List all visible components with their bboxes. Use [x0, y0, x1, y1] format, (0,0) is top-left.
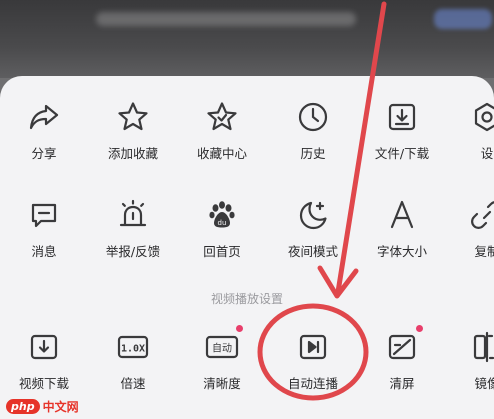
menu-item-label: 复制 [474, 244, 494, 259]
menu-item-label: 收藏中心 [196, 146, 247, 161]
menu-item-video-download[interactable]: 视频下载 [3, 330, 85, 392]
video-settings-title: 视频播放设置 [210, 292, 283, 306]
menu-item-share[interactable]: 分享 [3, 100, 85, 162]
site-watermark: php 中文网 [6, 396, 79, 416]
clarity-icon-text: 自动 [212, 342, 232, 355]
share-icon [27, 100, 61, 134]
menu-item-label: 回首页 [203, 244, 241, 259]
moon-icon [296, 198, 330, 232]
new-badge-dot [236, 325, 243, 332]
video-download-icon [27, 330, 61, 364]
menu-item-files-downloads[interactable]: 文件/下载 [361, 100, 443, 162]
menu-item-label: 清屏 [389, 376, 415, 391]
mirror-icon [470, 330, 494, 364]
blurred-top-bar [0, 0, 494, 78]
menu-item-label: 镜像 [474, 376, 494, 391]
menu-item-label: 消息 [31, 244, 57, 259]
menu-item-label: 添加收藏 [107, 146, 158, 161]
link-icon [470, 198, 494, 232]
menu-item-label: 夜间模式 [287, 244, 338, 259]
baidu-paw-icon: du [205, 198, 239, 232]
clock-icon [296, 100, 330, 134]
menu-item-label: 举报/反馈 [105, 244, 161, 259]
menu-item-label: 自动连播 [287, 376, 338, 391]
menu-item-font-size[interactable]: 字体大小 [361, 198, 443, 260]
watermark-logo: php [6, 398, 40, 414]
star-icon [116, 100, 150, 134]
star-badge-icon [205, 100, 239, 134]
menu-item-clear-screen[interactable]: 清屏 [361, 325, 443, 392]
svg-text:du: du [218, 219, 227, 227]
menu-item-label: 倍速 [120, 376, 146, 391]
clear-screen-icon [385, 325, 423, 364]
message-icon [27, 198, 61, 232]
menu-item-autoplay[interactable]: 自动连播 [272, 330, 354, 392]
menu-item-label: 清晰度 [203, 376, 241, 391]
settings-icon [470, 100, 494, 134]
autoplay-icon [296, 330, 330, 364]
menu-item-history[interactable]: 历史 [272, 100, 354, 162]
clarity-icon: 自动 [205, 325, 243, 364]
blurred-button[interactable] [434, 9, 492, 29]
menu-item-label: 设 [480, 146, 494, 161]
menu-item-mirror[interactable]: 镜像 [446, 330, 494, 392]
menu-item-label: 视频下载 [18, 376, 69, 391]
menu-item-favorites-center[interactable]: 收藏中心 [181, 100, 263, 162]
font-a-icon [385, 198, 419, 232]
menu-item-add-favorite[interactable]: 添加收藏 [92, 100, 174, 162]
menu-item-label: 字体大小 [376, 244, 427, 259]
blurred-title [96, 12, 356, 26]
speed-icon-text: 1.0X [121, 344, 145, 355]
menu-item-messages[interactable]: 消息 [3, 198, 85, 260]
watermark-text: 中文网 [42, 399, 79, 414]
menu-item-home[interactable]: du 回首页 [181, 198, 263, 260]
menu-item-label: 文件/下载 [374, 146, 430, 161]
menu-item-label: 分享 [31, 146, 57, 161]
new-badge-dot [416, 325, 423, 332]
menu-item-label: 历史 [300, 146, 326, 161]
menu-item-clarity[interactable]: 自动 清晰度 [181, 325, 263, 392]
download-box-icon [385, 100, 419, 134]
alarm-icon [116, 198, 150, 232]
menu-item-playback-speed[interactable]: 1.0X 倍速 [92, 330, 174, 392]
menu-item-night-mode[interactable]: 夜间模式 [272, 198, 354, 260]
menu-item-settings[interactable]: 设 [446, 100, 494, 162]
menu-item-report-feedback[interactable]: 举报/反馈 [92, 198, 174, 260]
menu-item-copy-link[interactable]: 复制 [446, 198, 494, 260]
speed-icon: 1.0X [116, 330, 150, 364]
